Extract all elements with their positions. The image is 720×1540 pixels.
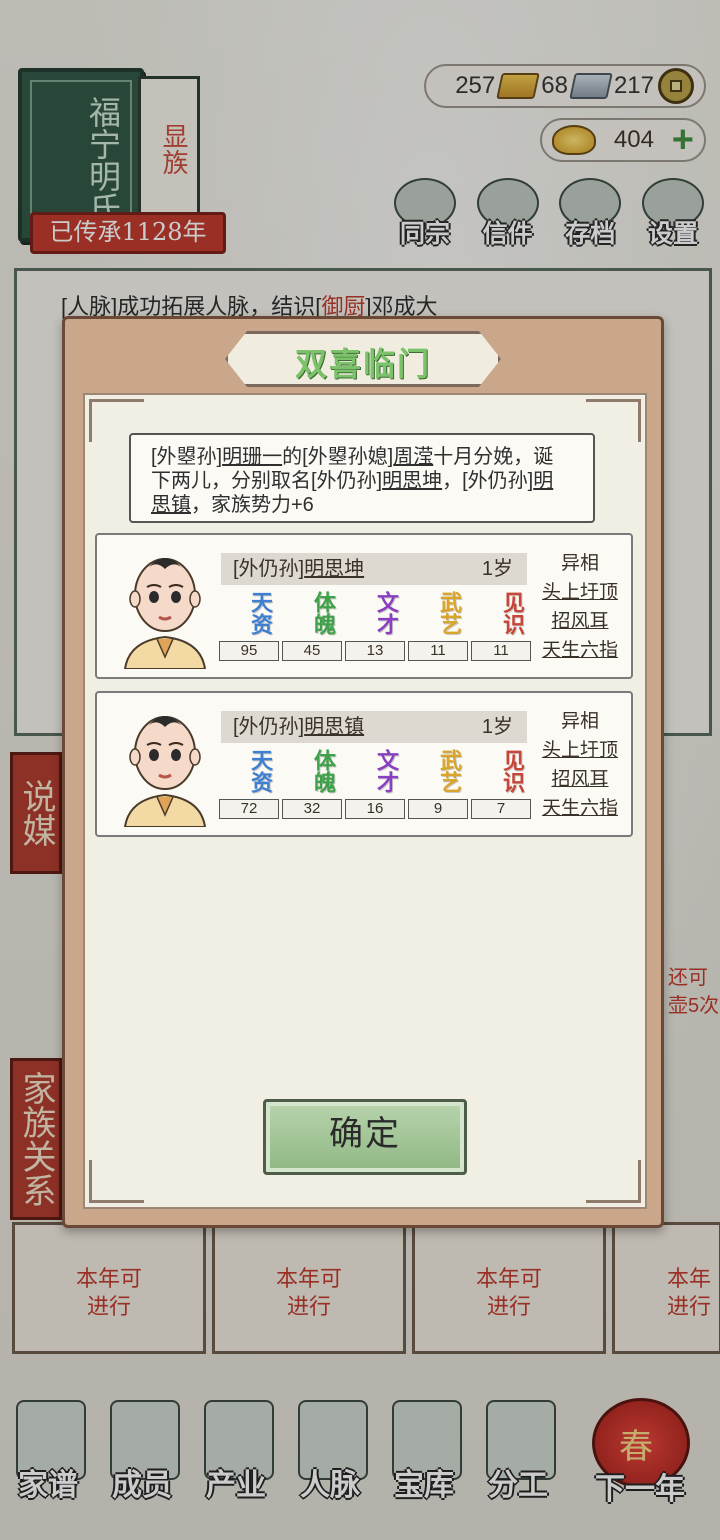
child-age: 1岁 bbox=[481, 558, 513, 580]
baby-avatar bbox=[123, 716, 207, 827]
stat-martial: 武艺 9 bbox=[408, 749, 468, 819]
dialog-title: 双喜临门 bbox=[294, 346, 431, 382]
child-name-bar: [外仍孙]明思镇 1岁 bbox=[221, 711, 527, 743]
trait-item[interactable]: 招风耳 bbox=[535, 607, 625, 636]
parent-name-link[interactable]: 明珊一 bbox=[222, 446, 282, 468]
child-age: 1岁 bbox=[481, 716, 513, 738]
child-stats: 天资 72 体魄 32 文才 16 武艺 9 见识 7 bbox=[219, 749, 533, 819]
stat-physique: 体魄 32 bbox=[282, 749, 342, 819]
stat-insight: 见识 11 bbox=[471, 591, 531, 661]
child-name[interactable]: 明思镇 bbox=[304, 716, 364, 738]
traits-title: 异相 bbox=[560, 553, 599, 574]
child-relation: [外仍孙] bbox=[233, 558, 305, 580]
child-traits: 异相 头上圩顶 招风耳 天生六指 bbox=[535, 707, 625, 823]
stat-insight: 见识 7 bbox=[471, 749, 531, 819]
child-relation: [外仍孙] bbox=[233, 716, 305, 738]
child-name-link[interactable]: 明思坤 bbox=[382, 470, 442, 492]
corner-ornament bbox=[586, 1160, 641, 1203]
twin-birth-dialog: 双喜临门 [外曌孙]明珊一的[外曌孙媳]周滢十月分娩，诞下两儿，分别取名[外仍孙… bbox=[62, 316, 664, 1228]
child-card[interactable]: [外仍孙]明思镇 1岁 天资 72 体魄 32 文才 16 武艺 9 见识 7 异相 头上… bbox=[95, 691, 633, 837]
trait-item[interactable]: 头上圩顶 bbox=[535, 578, 625, 607]
child-name-bar: [外仍孙]明思坤 1岁 bbox=[221, 553, 527, 585]
birth-message: [外曌孙]明珊一的[外曌孙媳]周滢十月分娩，诞下两儿，分别取名[外仍孙]明思坤，… bbox=[129, 433, 595, 523]
stat-aptitude: 天资 95 bbox=[219, 591, 279, 661]
dialog-title-plate: 双喜临门 bbox=[225, 331, 501, 387]
stat-literary: 文才 13 bbox=[345, 591, 405, 661]
stat-martial: 武艺 11 bbox=[408, 591, 468, 661]
child-stats: 天资 95 体魄 45 文才 13 武艺 11 见识 11 bbox=[219, 591, 533, 661]
trait-item[interactable]: 头上圩顶 bbox=[535, 736, 625, 765]
stat-literary: 文才 16 bbox=[345, 749, 405, 819]
child-card[interactable]: [外仍孙]明思坤 1岁 天资 95 体魄 45 文才 13 武艺 11 见识 11 异相 … bbox=[95, 533, 633, 679]
stat-aptitude: 天资 72 bbox=[219, 749, 279, 819]
child-traits: 异相 头上圩顶 招风耳 天生六指 bbox=[535, 549, 625, 665]
corner-ornament bbox=[89, 1160, 144, 1203]
confirm-button[interactable]: 确定 bbox=[263, 1099, 467, 1175]
trait-item[interactable]: 天生六指 bbox=[535, 794, 625, 823]
baby-avatar bbox=[123, 558, 207, 669]
parent-name-link[interactable]: 周滢 bbox=[393, 446, 433, 468]
trait-item[interactable]: 天生六指 bbox=[535, 636, 625, 665]
stat-physique: 体魄 45 bbox=[282, 591, 342, 661]
trait-item[interactable]: 招风耳 bbox=[535, 765, 625, 794]
traits-title: 异相 bbox=[560, 711, 599, 732]
child-name[interactable]: 明思坤 bbox=[304, 558, 364, 580]
